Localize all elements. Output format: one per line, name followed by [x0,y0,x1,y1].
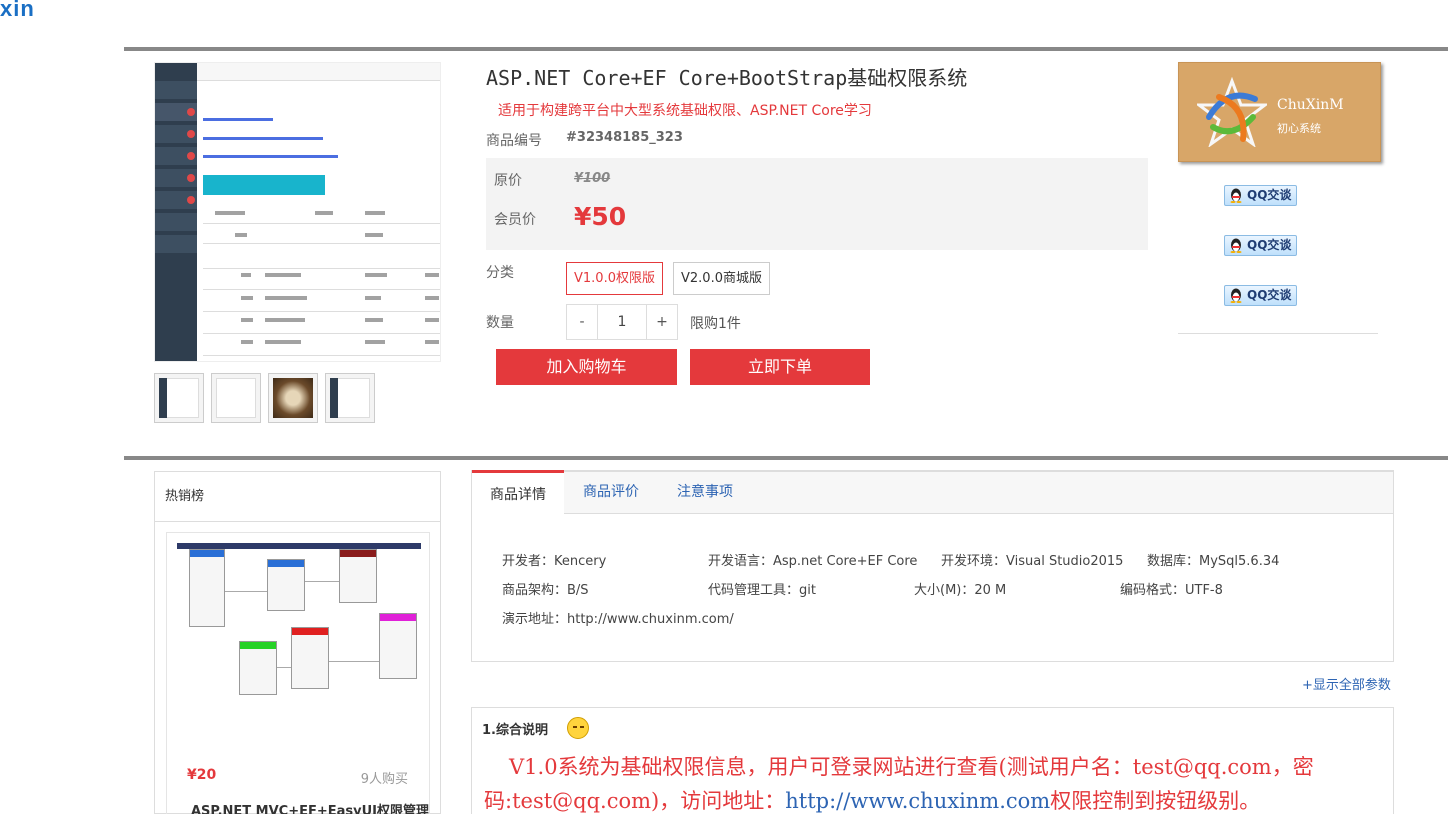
brand-subtitle: 初心系统 [1277,122,1321,135]
preview-sidebar [155,63,197,361]
quantity-increase-button[interactable]: + [647,305,677,339]
summary-title: 1.综合说明 [482,723,548,738]
hot-item-buyers: 9人购买 [360,772,408,787]
param-vcs: 代码管理工具：git [708,583,816,598]
summary-panel: 1.综合说明 V1.0系统为基础权限信息，用户可登录网站进行查看(测试用户名：t… [471,707,1394,814]
seller-divider [1178,333,1378,334]
sku-label: 商品编号 [486,133,542,149]
qq-chat-label: QQ交谈 [1247,288,1292,302]
add-to-cart-button[interactable]: 加入购物车 [496,349,677,385]
tab-notes[interactable]: 注意事项 [662,470,748,515]
member-price: ¥50 [574,202,627,231]
category-label: 分类 [486,265,514,281]
param-developer: 开发者：Kencery [502,554,607,569]
summary-text-2: 权限控制到按钮级别。 [1050,789,1261,813]
hot-sales-panel: 热销榜 ¥20 9人购买 ASP.NET MVC+EF+EasyUI权限管理信息… [154,471,441,814]
member-price-label: 会员价 [494,212,536,228]
thumbnail-1[interactable] [154,373,204,423]
show-all-params-link[interactable]: +显示全部参数 [1302,674,1391,693]
hot-item-name[interactable]: ASP.NET MVC+EF+EasyUI权限管理信息系统 [185,799,435,814]
param-architecture: 商品架构：B/S [502,583,589,598]
thumbnail-4[interactable] [325,373,375,423]
section-divider [124,456,1448,460]
hot-sales-heading: 热销榜 [155,472,440,522]
brand-name: ChuXinM [1277,97,1344,113]
hot-sales-item[interactable]: ¥20 9人购买 ASP.NET MVC+EF+EasyUI权限管理信息系统 [166,532,430,814]
site-logo[interactable]: xin [0,0,35,22]
brand-logo-card[interactable]: ChuXinM 初心系统 [1178,62,1381,162]
param-database: 数据库：MySql5.6.34 [1147,554,1280,569]
brand-star-icon [1197,77,1267,147]
hot-item-price: ¥20 [187,767,217,783]
tab-product-details[interactable]: 商品详情 [472,470,564,515]
emoji-icon [567,717,589,739]
param-demo-url[interactable]: 演示地址：http://www.chuxinm.com/ [502,608,734,627]
thumbnail-3[interactable] [268,373,318,423]
section-divider [124,47,1448,51]
qq-chat-button-3[interactable]: QQ交谈 [1224,285,1297,306]
quantity-input[interactable]: 1 [597,305,647,339]
param-language: 开发语言：Asp.net Core+EF Core [708,554,918,569]
original-price-label: 原价 [494,173,522,189]
purchase-limit: 限购1件 [690,316,741,332]
hot-item-image[interactable] [175,541,423,699]
thumbnail-2[interactable] [211,373,261,423]
variant-option-v2[interactable]: V2.0.0商城版 [673,262,770,295]
qq-chat-label: QQ交谈 [1247,188,1292,202]
summary-body: V1.0系统为基础权限信息，用户可登录网站进行查看(测试用户名：test@qq.… [484,750,1384,814]
sku-value: #32348185_323 [566,130,683,145]
product-subtitle: 适用于构建跨平台中大型系统基础权限、ASP.NET Core学习 [498,103,872,119]
qq-penguin-icon [1230,238,1242,253]
param-encoding: 编码格式：UTF-8 [1120,583,1223,598]
qq-chat-label: QQ交谈 [1247,238,1292,252]
qq-chat-button-1[interactable]: QQ交谈 [1224,185,1297,206]
qq-chat-button-2[interactable]: QQ交谈 [1224,235,1297,256]
quantity-decrease-button[interactable]: - [567,305,597,339]
qq-penguin-icon [1230,188,1242,203]
original-price: ¥100 [574,171,611,186]
product-params: 开发者：Kencery 开发语言：Asp.net Core+EF Core 开发… [471,513,1394,662]
summary-link[interactable]: http://www.chuxinm.com [785,789,1050,813]
product-title: ASP.NET Core+EF Core+BootStrap基础权限系统 [486,66,968,90]
qq-penguin-icon [1230,288,1242,303]
param-size: 大小(M)：20 M [914,583,1007,598]
buy-now-button[interactable]: 立即下单 [690,349,870,385]
quantity-label: 数量 [486,315,514,331]
detail-tabs: 商品详情 商品评价 注意事项 [471,470,1394,515]
tab-product-reviews[interactable]: 商品评价 [568,470,654,515]
product-main-image[interactable] [154,62,441,362]
variant-option-v1[interactable]: V1.0.0权限版 [566,262,663,295]
quantity-stepper: - 1 + [566,304,678,340]
param-environment: 开发环境：Visual Studio2015 [941,554,1124,569]
